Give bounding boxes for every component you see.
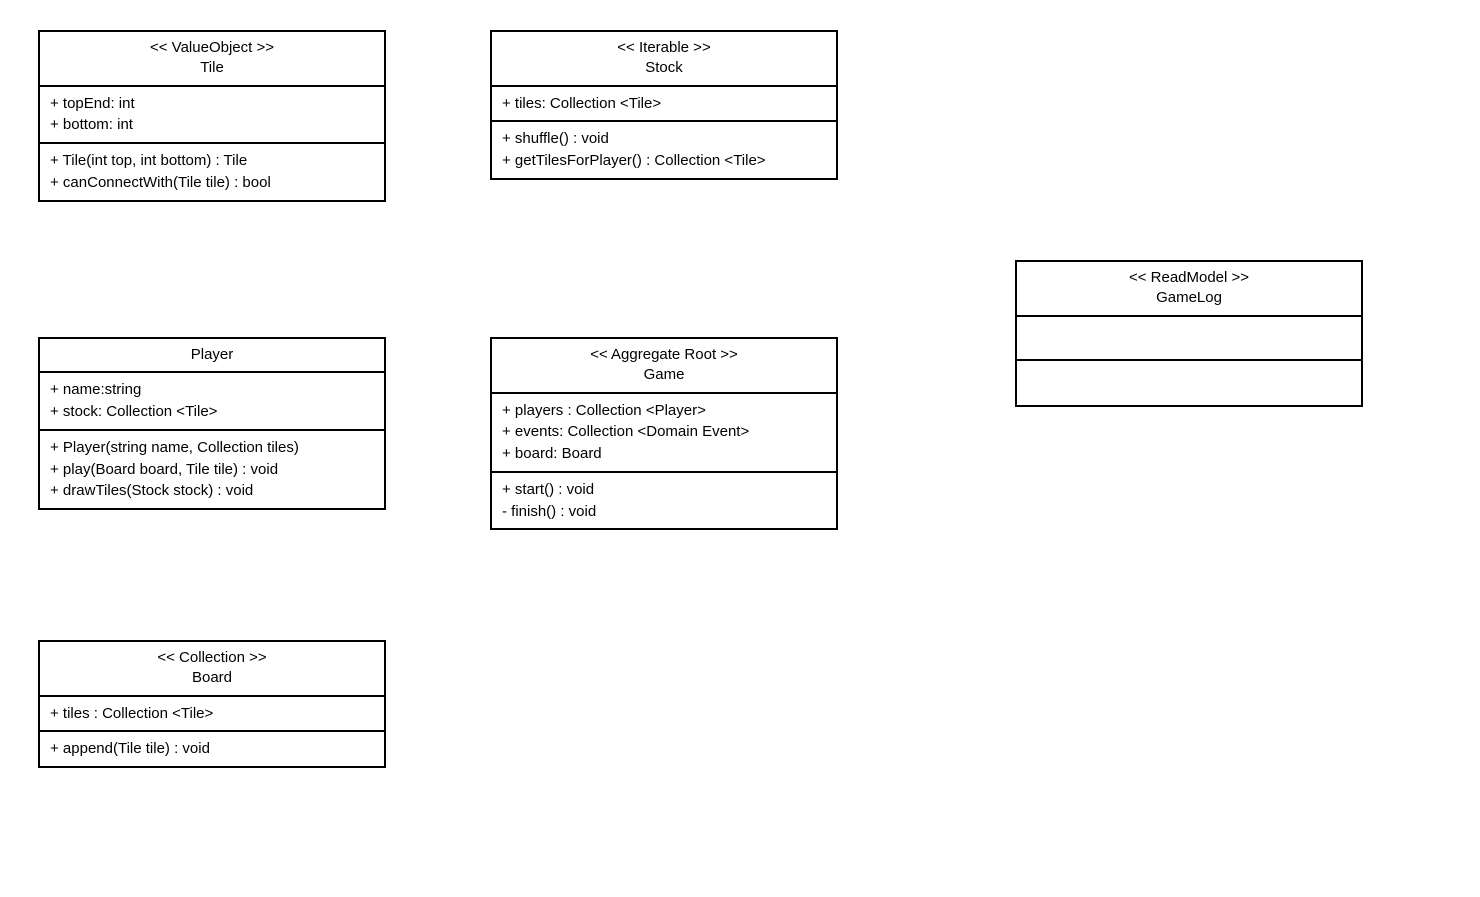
operation-line: + append(Tile tile) : void [50, 738, 374, 760]
stereotype-label: << Collection >> [50, 648, 374, 668]
attribute-line: + stock: Collection <Tile> [50, 401, 374, 423]
operation-line: + play(Board board, Tile tile) : void [50, 459, 374, 481]
class-name: Player [50, 345, 374, 365]
operations-section: + Tile(int top, int bottom) : Tile + can… [40, 144, 384, 200]
class-header: << Collection >> Board [40, 642, 384, 697]
operation-line: + start() : void [502, 479, 826, 501]
attribute-line: + bottom: int [50, 114, 374, 136]
stereotype-label: << ReadModel >> [1027, 268, 1351, 288]
class-header: << ValueObject >> Tile [40, 32, 384, 87]
uml-class-tile: << ValueObject >> Tile + topEnd: int + b… [38, 30, 386, 202]
attribute-line: + topEnd: int [50, 93, 374, 115]
uml-class-game: << Aggregate Root >> Game + players : Co… [490, 337, 838, 530]
operations-section: + Player(string name, Collection tiles) … [40, 431, 384, 508]
stereotype-label: << Iterable >> [502, 38, 826, 58]
uml-class-player: Player + name:string + stock: Collection… [38, 337, 386, 510]
attributes-section: + name:string + stock: Collection <Tile> [40, 373, 384, 431]
class-name: Tile [50, 58, 374, 78]
class-header: << Iterable >> Stock [492, 32, 836, 87]
attribute-line: + name:string [50, 379, 374, 401]
stereotype-label: << ValueObject >> [50, 38, 374, 58]
class-header: << Aggregate Root >> Game [492, 339, 836, 394]
operation-line: - finish() : void [502, 501, 826, 523]
operation-line: + shuffle() : void [502, 128, 826, 150]
attributes-section: + topEnd: int + bottom: int [40, 87, 384, 145]
attribute-line: + tiles: Collection <Tile> [502, 93, 826, 115]
attributes-section [1017, 317, 1361, 361]
attribute-line: + events: Collection <Domain Event> [502, 421, 826, 443]
operation-line: + Tile(int top, int bottom) : Tile [50, 150, 374, 172]
class-header: << ReadModel >> GameLog [1017, 262, 1361, 317]
operations-section: + append(Tile tile) : void [40, 732, 384, 766]
operation-line: + canConnectWith(Tile tile) : bool [50, 172, 374, 194]
uml-class-board: << Collection >> Board + tiles : Collect… [38, 640, 386, 768]
operation-line: + getTilesForPlayer() : Collection <Tile… [502, 150, 826, 172]
attribute-line: + board: Board [502, 443, 826, 465]
uml-class-gamelog: << ReadModel >> GameLog [1015, 260, 1363, 407]
class-name: GameLog [1027, 288, 1351, 308]
operations-section: + start() : void - finish() : void [492, 473, 836, 529]
stereotype-label: << Aggregate Root >> [502, 345, 826, 365]
attributes-section: + tiles: Collection <Tile> [492, 87, 836, 123]
uml-class-stock: << Iterable >> Stock + tiles: Collection… [490, 30, 838, 180]
attribute-line: + tiles : Collection <Tile> [50, 703, 374, 725]
class-name: Board [50, 668, 374, 688]
attributes-section: + tiles : Collection <Tile> [40, 697, 384, 733]
class-header: Player [40, 339, 384, 373]
operations-section: + shuffle() : void + getTilesForPlayer()… [492, 122, 836, 178]
class-name: Stock [502, 58, 826, 78]
attribute-line: + players : Collection <Player> [502, 400, 826, 422]
operation-line: + drawTiles(Stock stock) : void [50, 480, 374, 502]
attributes-section: + players : Collection <Player> + events… [492, 394, 836, 473]
class-name: Game [502, 365, 826, 385]
operations-section [1017, 361, 1361, 405]
operation-line: + Player(string name, Collection tiles) [50, 437, 374, 459]
